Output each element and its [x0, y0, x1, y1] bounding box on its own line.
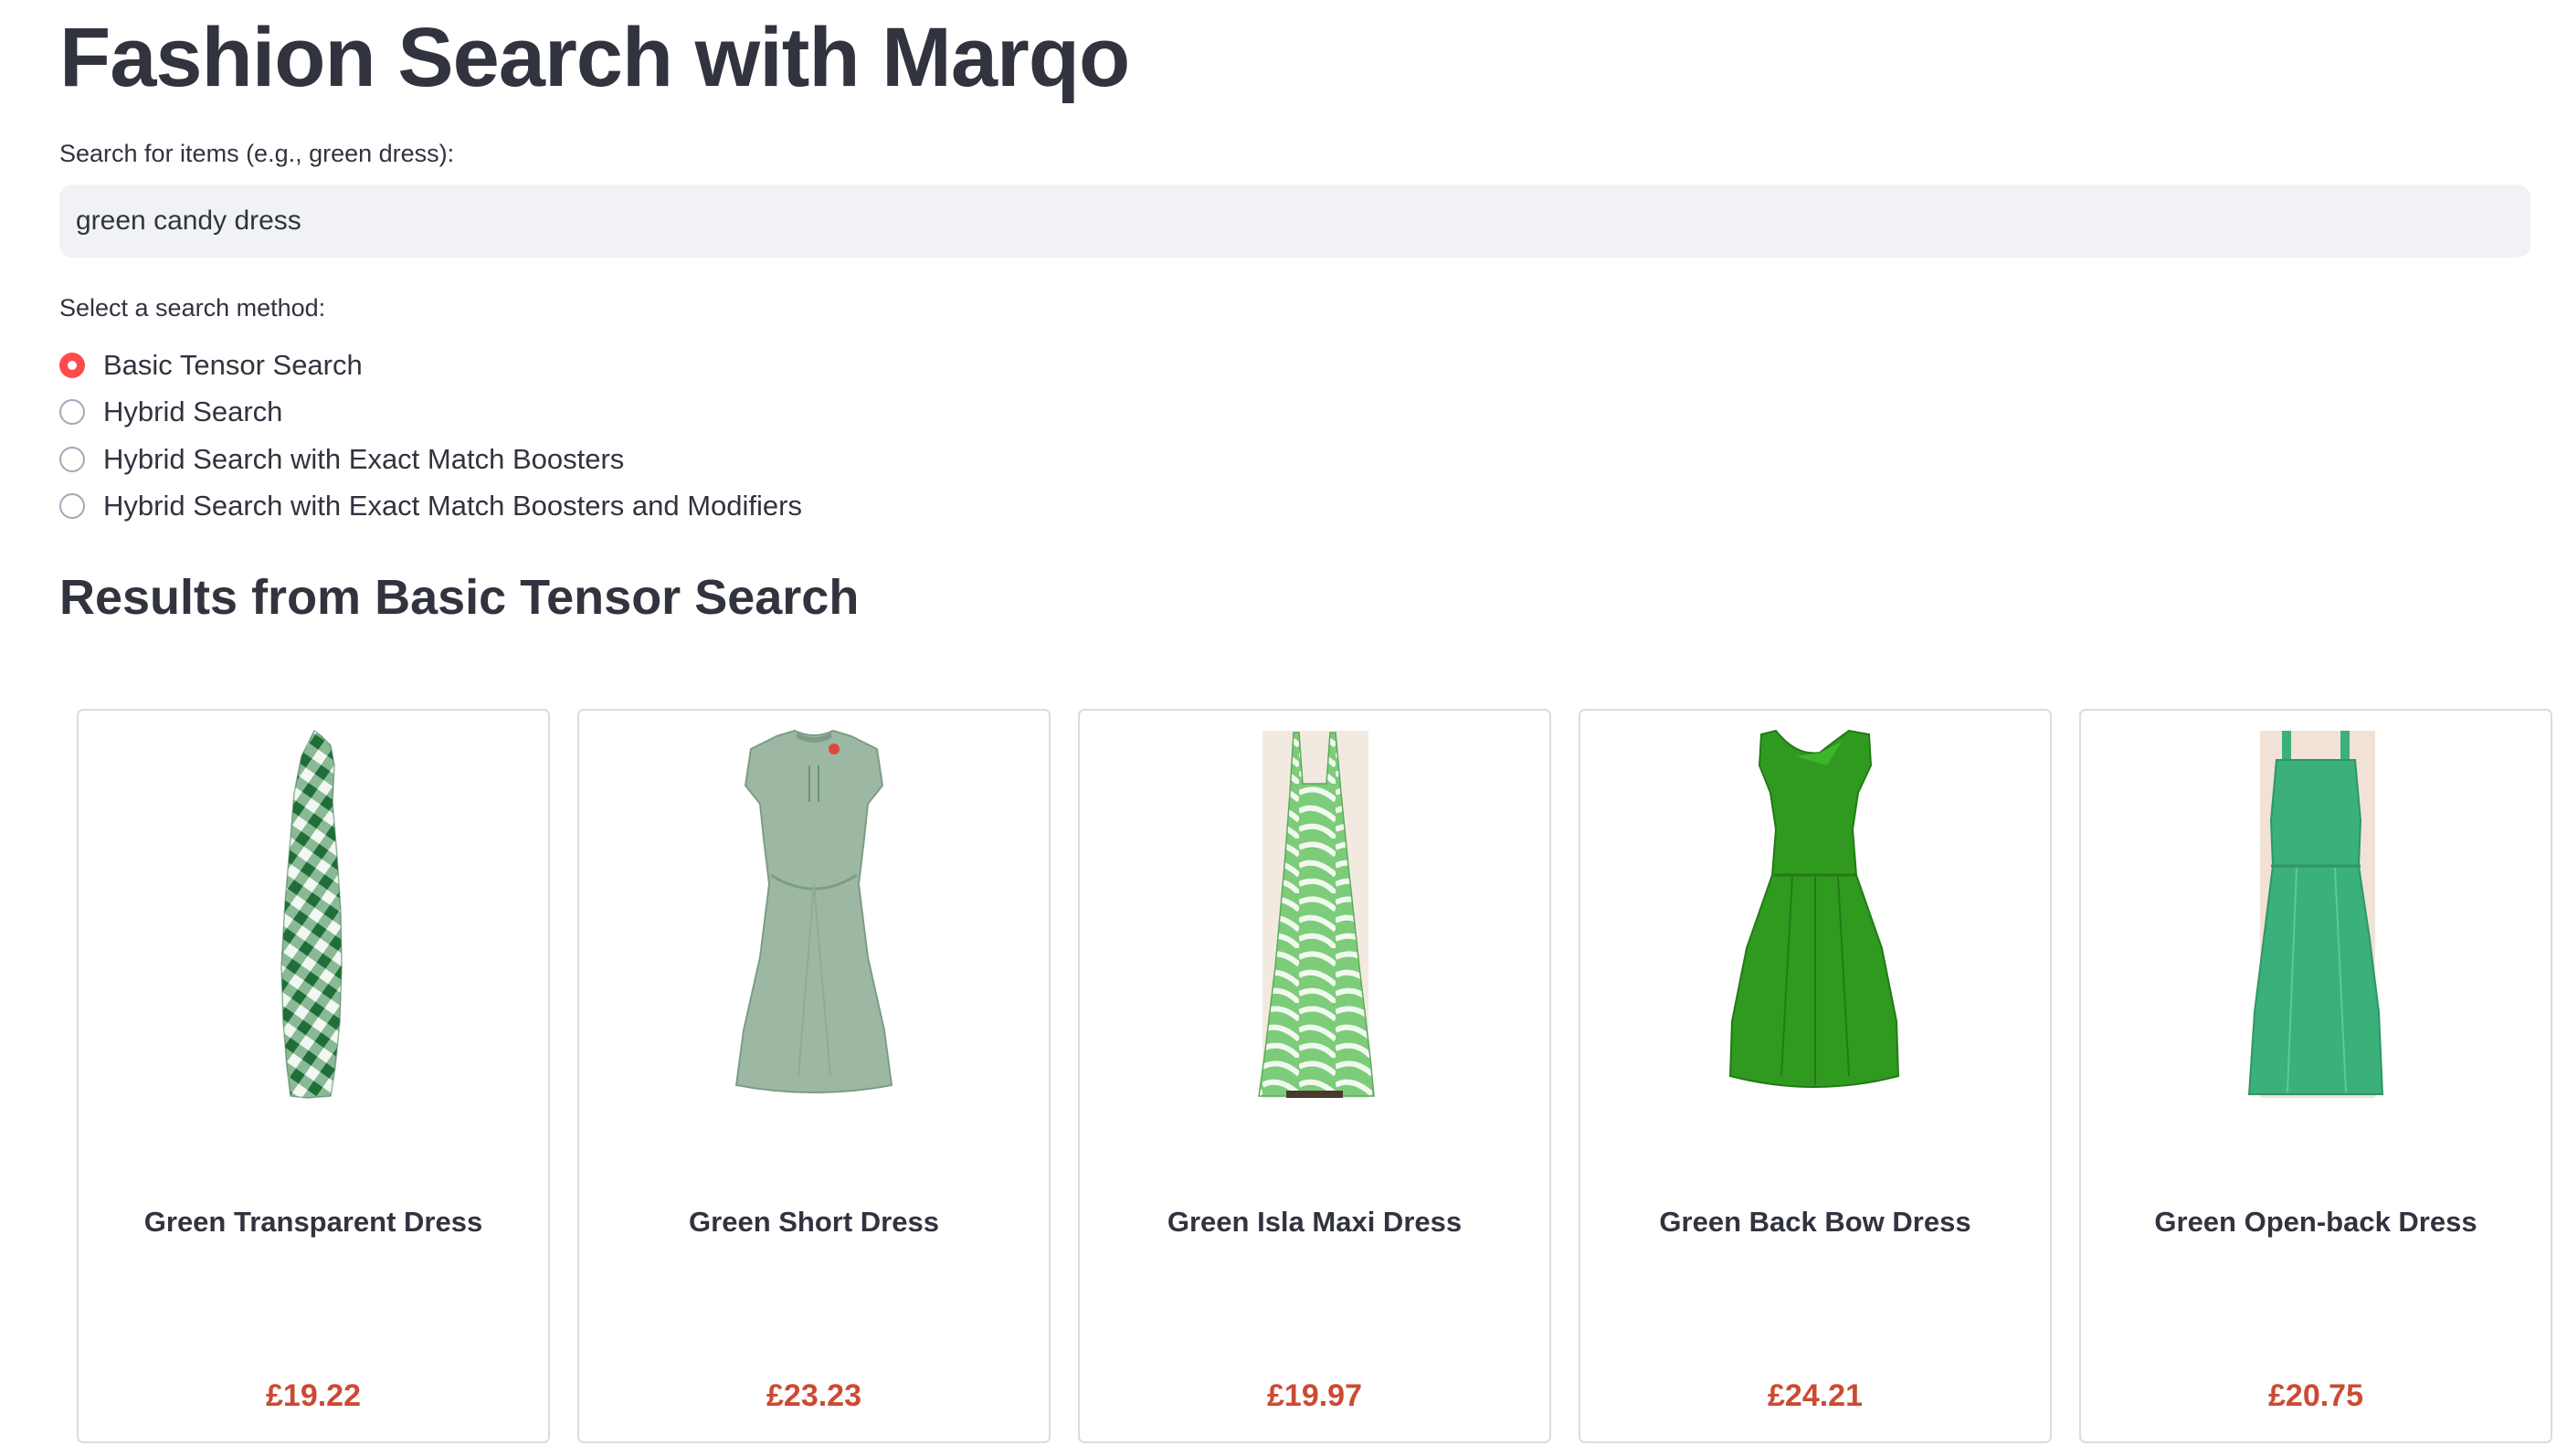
radio-option-hybrid-exact-match-modifiers[interactable]: Hybrid Search with Exact Match Boosters … [59, 483, 802, 531]
product-card[interactable]: Green Open-back Dress £20.75 [2079, 709, 2552, 1443]
product-image-green-palm-print-maxi-dress [1258, 731, 1375, 1098]
radio-unselected-icon[interactable] [59, 493, 85, 520]
radio-option-hybrid-exact-match[interactable]: Hybrid Search with Exact Match Boosters [59, 436, 802, 483]
radio-label: Hybrid Search [103, 396, 283, 428]
radio-label: Hybrid Search with Exact Match Boosters [103, 442, 625, 475]
product-card[interactable]: Green Short Dress £23.23 [577, 709, 1051, 1443]
radio-option-basic-tensor-search[interactable]: Basic Tensor Search [59, 342, 802, 389]
product-card[interactable]: Green Isla Maxi Dress £19.97 [1078, 709, 1551, 1443]
search-label: Search for items (e.g., green dress): [59, 140, 455, 167]
product-name: Green Back Bow Dress [1659, 1206, 1971, 1238]
product-image-sage-green-short-dress [734, 729, 893, 1093]
radio-unselected-icon[interactable] [59, 446, 85, 472]
radio-label: Basic Tensor Search [103, 348, 363, 381]
product-image-jade-green-open-back-dress [2247, 731, 2384, 1098]
product-image-bright-green-pleated-dress [1728, 729, 1900, 1088]
product-price: £19.22 [266, 1378, 361, 1413]
product-image-green-gingham-maxi-dress [280, 729, 343, 1099]
search-input[interactable] [59, 185, 2530, 258]
product-card[interactable]: Green Transparent Dress £19.22 [77, 709, 550, 1443]
product-card[interactable]: Green Back Bow Dress £24.21 [1579, 709, 2052, 1443]
product-price: £23.23 [766, 1378, 861, 1413]
page-title: Fashion Search with Marqo [59, 11, 1130, 104]
product-name: Green Isla Maxi Dress [1167, 1206, 1463, 1238]
product-name: Green Short Dress [689, 1206, 939, 1238]
product-price: £24.21 [1768, 1378, 1863, 1413]
radio-label: Hybrid Search with Exact Match Boosters … [103, 490, 802, 522]
product-price: £19.97 [1267, 1378, 1362, 1413]
radio-option-hybrid-search[interactable]: Hybrid Search [59, 389, 802, 437]
product-price: £20.75 [2268, 1378, 2363, 1413]
search-method-label: Select a search method: [59, 294, 326, 322]
radio-selected-icon[interactable] [59, 352, 85, 378]
product-name: Green Transparent Dress [143, 1206, 483, 1238]
results-heading: Results from Basic Tensor Search [59, 570, 860, 625]
search-method-radio-group: Basic Tensor Search Hybrid Search Hybrid… [59, 342, 802, 530]
product-name: Green Open-back Dress [2154, 1206, 2477, 1238]
radio-unselected-icon[interactable] [59, 399, 85, 426]
